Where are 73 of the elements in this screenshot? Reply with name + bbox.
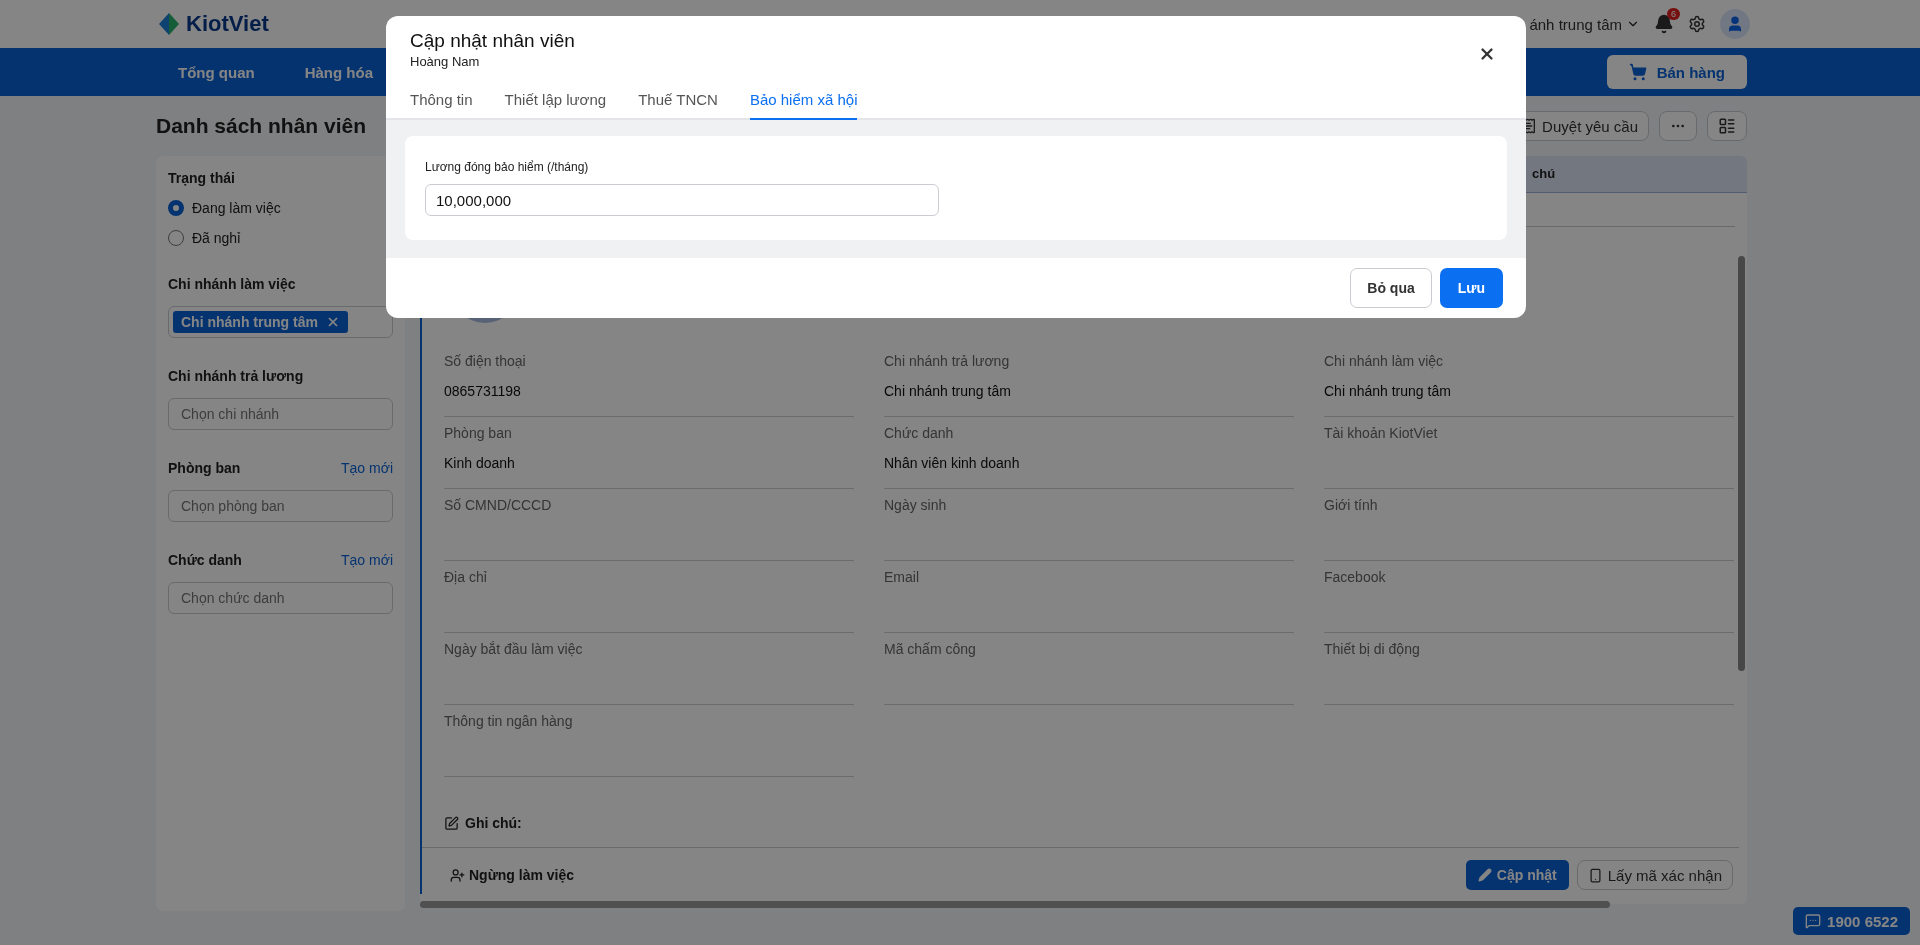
field-label: Lương đóng bảo hiểm (/tháng)	[425, 160, 590, 174]
get-code-button[interactable]: Lấy mã xác nhận	[1576, 860, 1733, 890]
close-icon	[1478, 45, 1496, 63]
sell-button[interactable]: Bán hàng	[1606, 55, 1747, 89]
filter-title: Chi nhánh làm việc	[168, 276, 296, 292]
branch-selector[interactable]: ánh trung tâm	[1529, 15, 1622, 33]
field-label: Phòng ban	[444, 425, 513, 441]
phone-icon	[1587, 867, 1603, 883]
field-label: Chức danh	[884, 425, 955, 441]
save-button[interactable]: Lưu	[1439, 268, 1503, 308]
select-field[interactable]: Chọn chi nhánh	[168, 398, 393, 430]
filter-title: Chi nhánh trả lương	[168, 368, 304, 384]
update-button[interactable]: Cập nhật	[1465, 860, 1569, 890]
create-new-link[interactable]: Tạo mới	[341, 552, 393, 568]
input-field[interactable]: 10,000,000	[425, 184, 939, 216]
chat-icon	[1805, 913, 1822, 929]
field-label: Mã chấm công	[884, 641, 977, 657]
field-label: Email	[884, 569, 920, 585]
nav-item[interactable]: Tổng quan	[178, 63, 255, 81]
page-title: Danh sách nhân viên	[156, 114, 367, 138]
tab[interactable]: Thuế TNCN	[638, 91, 718, 120]
user-plus-icon	[450, 867, 465, 883]
hotline-button[interactable]: 1900 6522	[1793, 907, 1910, 935]
field-label: Thông tin ngân hàng	[444, 713, 574, 729]
columns-button[interactable]	[1707, 111, 1747, 141]
field-label: Facebook	[1324, 569, 1387, 585]
logo-text: KiotViet	[186, 11, 269, 37]
select-field[interactable]: Chọn phòng ban	[168, 490, 393, 522]
branch-select[interactable]: Chi nhánh trung tâm	[168, 306, 393, 338]
filter-title: Phòng ban	[168, 460, 241, 476]
radio-label: Đang làm việc	[192, 200, 281, 216]
field-value: 0865731198	[444, 383, 522, 399]
radio-label: Đã nghỉ	[192, 230, 241, 246]
edit-icon	[444, 815, 459, 831]
column-header: chú	[1532, 166, 1556, 182]
tab[interactable]: Thông tin	[410, 91, 473, 120]
scrollbar[interactable]	[420, 901, 1610, 908]
field-label: Số CMND/CCCD	[444, 497, 553, 513]
notification-count: 6	[1667, 8, 1680, 20]
field-label: Tài khoản KiotViet	[1324, 425, 1439, 441]
settings-icon[interactable]	[1688, 15, 1706, 33]
field-label: Ngày sinh	[884, 497, 948, 513]
field-label: Số điện thoại	[444, 353, 527, 369]
logo-icon	[156, 11, 182, 37]
branch-tag: Chi nhánh trung tâm	[173, 311, 348, 333]
dialog-subtitle: Hoàng Nam	[410, 54, 481, 69]
field-value: Nhân viên kinh doanh	[884, 455, 1021, 471]
field-label: Địa chỉ	[444, 569, 488, 585]
scrollbar[interactable]	[1738, 256, 1745, 671]
note-label: Ghi chú:	[465, 815, 522, 831]
filter-title: Trạng thái	[168, 170, 235, 186]
cancel-button[interactable]: Bỏ qua	[1350, 268, 1432, 308]
user-avatar[interactable]	[1720, 9, 1750, 39]
list-icon	[1718, 117, 1736, 135]
field-label: Thiết bị di động	[1324, 641, 1421, 657]
field-label: Ngày bắt đầu làm việc	[444, 641, 584, 657]
field-value: Kinh doanh	[444, 455, 516, 471]
filter-title: Chức danh	[168, 552, 242, 568]
field-value: Chi nhánh trung tâm	[884, 383, 1012, 399]
field-label: Chi nhánh làm việc	[1324, 353, 1445, 369]
create-new-link[interactable]: Tạo mới	[341, 460, 393, 476]
stop-working-button[interactable]: Ngừng làm việc	[444, 866, 581, 884]
radio-button[interactable]	[168, 230, 184, 246]
radio-button[interactable]	[168, 200, 184, 216]
dialog-title: Cập nhật nhân viên	[410, 30, 575, 52]
select-field[interactable]: Chọn chức danh	[168, 582, 393, 614]
field-label: Giới tính	[1324, 497, 1379, 513]
nav-item[interactable]: Hàng hóa	[304, 63, 373, 81]
cart-icon	[1628, 63, 1647, 81]
field-value: Chi nhánh trung tâm	[1324, 383, 1452, 399]
field-label: Chi nhánh trả lương	[884, 353, 1011, 369]
tab[interactable]: Thiết lập lương	[504, 91, 607, 120]
pencil-icon	[1477, 868, 1492, 882]
